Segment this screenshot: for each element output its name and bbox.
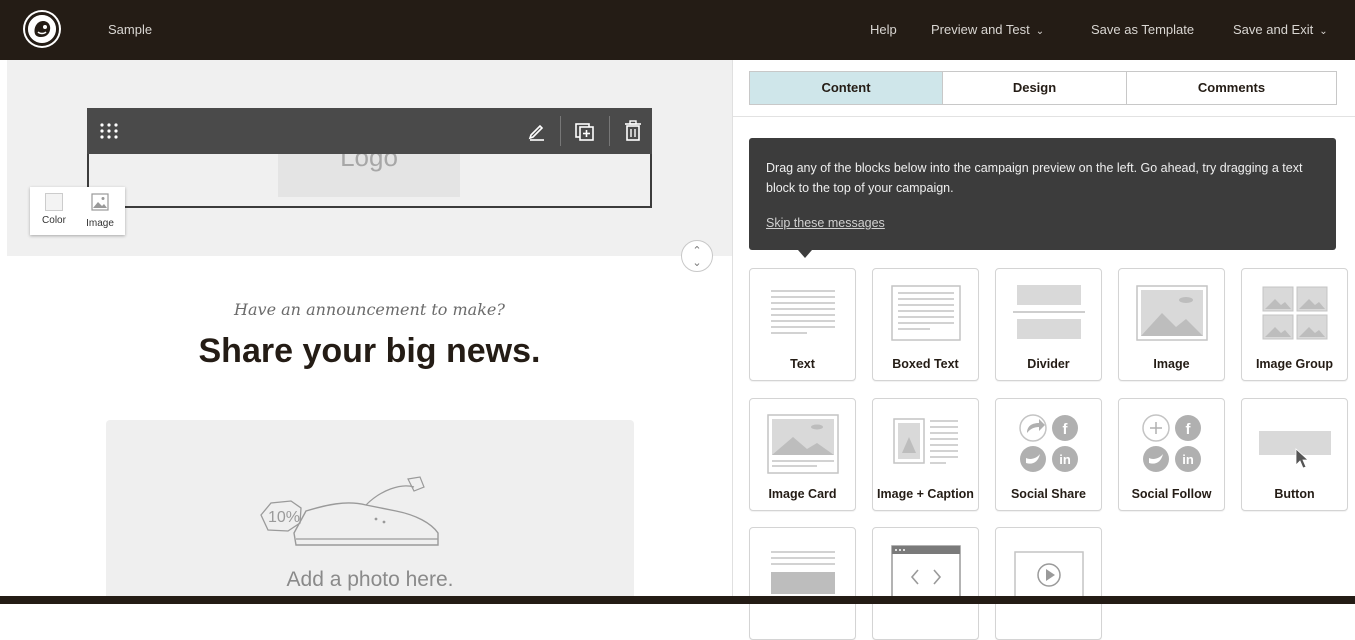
bg-color-label: Color [42,215,66,226]
block-image-card[interactable]: Image Card [749,398,856,511]
block-image[interactable]: Image [1118,268,1225,381]
photo-placeholder[interactable]: 10% Add a photo here. [106,420,634,596]
preview-and-test-menu[interactable]: Preview and Test ⌄ [931,22,1044,37]
social-share-block-icon: f in [1019,414,1078,472]
top-bar: Sample Help Preview and Test ⌄ Save as Te… [0,0,1355,60]
image-block-icon [1136,285,1208,341]
save-and-exit-label: Save and Exit [1233,22,1314,37]
tab-content[interactable]: Content [750,72,943,104]
headline-text[interactable]: Share your big news. [7,332,732,371]
toolbar-separator [609,116,610,146]
block-label: Text [790,357,815,371]
discount-badge-text: 10% [268,509,300,526]
save-as-template-button[interactable]: Save as Template [1091,22,1194,37]
bottom-bar [0,596,1355,604]
bg-image-label: Image [86,218,114,229]
block-label: Social Follow [1131,487,1212,501]
block-social-follow[interactable]: f in Social Follow [1118,398,1225,511]
svg-text:in: in [1059,452,1071,467]
video-block-icon [1014,551,1084,599]
collapse-toggle-button[interactable]: ⌃ ⌄ [681,240,713,272]
campaign-name[interactable]: Sample [108,22,152,37]
color-swatch-icon [45,193,63,211]
chevron-down-icon: ⌄ [1319,26,1328,37]
block-label: Social Share [1010,487,1087,501]
shoe-illustration-icon: 10% [260,476,439,546]
image-icon [91,193,109,211]
block-video[interactable] [995,527,1102,640]
skip-messages-link[interactable]: Skip these messages [766,216,885,230]
image-group-block-icon [1262,286,1328,340]
block-label: Image + Caption [877,487,974,501]
block-divider[interactable]: Divider [995,268,1102,381]
block-image-group[interactable]: Image Group [1241,268,1348,381]
code-block-icon [891,545,961,601]
footer-block-icon [771,551,835,594]
tip-text: Drag any of the blocks below into the ca… [766,161,1303,195]
block-label: Image Group [1255,357,1334,371]
tip-message: Drag any of the blocks below into the ca… [749,138,1336,258]
block-label: Image Card [768,487,837,501]
delete-trash-icon[interactable] [621,119,645,143]
boxed-text-block-icon [891,285,961,341]
chevron-down-icon: ⌄ [1035,26,1045,37]
toolbar-separator [560,116,561,146]
block-social-share[interactable]: f in Social Share [995,398,1102,511]
panel-divider [733,116,1355,117]
drag-handle-icon[interactable] [99,122,119,140]
chevron-up-icon: ⌃ [692,245,702,257]
text-block-icon [771,290,835,334]
bg-image-option[interactable]: Image [78,193,122,229]
block-button[interactable]: Button [1241,398,1348,511]
block-label: Boxed Text [892,357,959,371]
mailchimp-logo[interactable] [25,12,59,46]
bg-color-option[interactable]: Color [32,193,76,226]
button-block-icon [1259,431,1331,469]
duplicate-icon[interactable] [573,119,597,143]
tab-design[interactable]: Design [943,72,1127,104]
announcement-tagline[interactable]: Have an announcement to make? [7,300,732,319]
content-panel: Content Design Comments Drag any of the … [732,60,1355,640]
photo-caption: Add a photo here. [286,568,454,591]
image-card-block-icon [767,414,839,474]
image-caption-block-icon [893,418,958,464]
block-footer[interactable] [749,527,856,640]
social-follow-block-icon: f in [1142,414,1201,472]
block-code[interactable] [872,527,979,640]
block-toolbar [87,108,652,154]
chevron-down-icon: ⌄ [692,257,702,269]
campaign-preview: Logo Color Image ⌃ ⌄ Have an announcemen… [7,60,732,596]
help-link[interactable]: Help [870,22,897,37]
block-label: Divider [1027,357,1070,371]
preview-and-test-label: Preview and Test [931,22,1030,37]
panel-tabs: Content Design Comments [749,71,1337,105]
svg-text:in: in [1182,452,1194,467]
block-label: Button [1274,487,1315,501]
block-label: Image [1153,357,1190,371]
background-picker: Color Image [30,187,125,235]
divider-block-icon [1013,285,1085,339]
save-and-exit-menu[interactable]: Save and Exit ⌄ [1233,22,1328,37]
header-section[interactable]: Logo Color Image [7,60,732,256]
block-text[interactable]: Text [749,268,856,381]
tab-comments[interactable]: Comments [1127,72,1336,104]
block-boxed-text[interactable]: Boxed Text [872,268,979,381]
block-image-caption[interactable]: Image + Caption [872,398,979,511]
edit-pencil-icon[interactable] [525,119,549,143]
tip-pointer [798,250,812,258]
